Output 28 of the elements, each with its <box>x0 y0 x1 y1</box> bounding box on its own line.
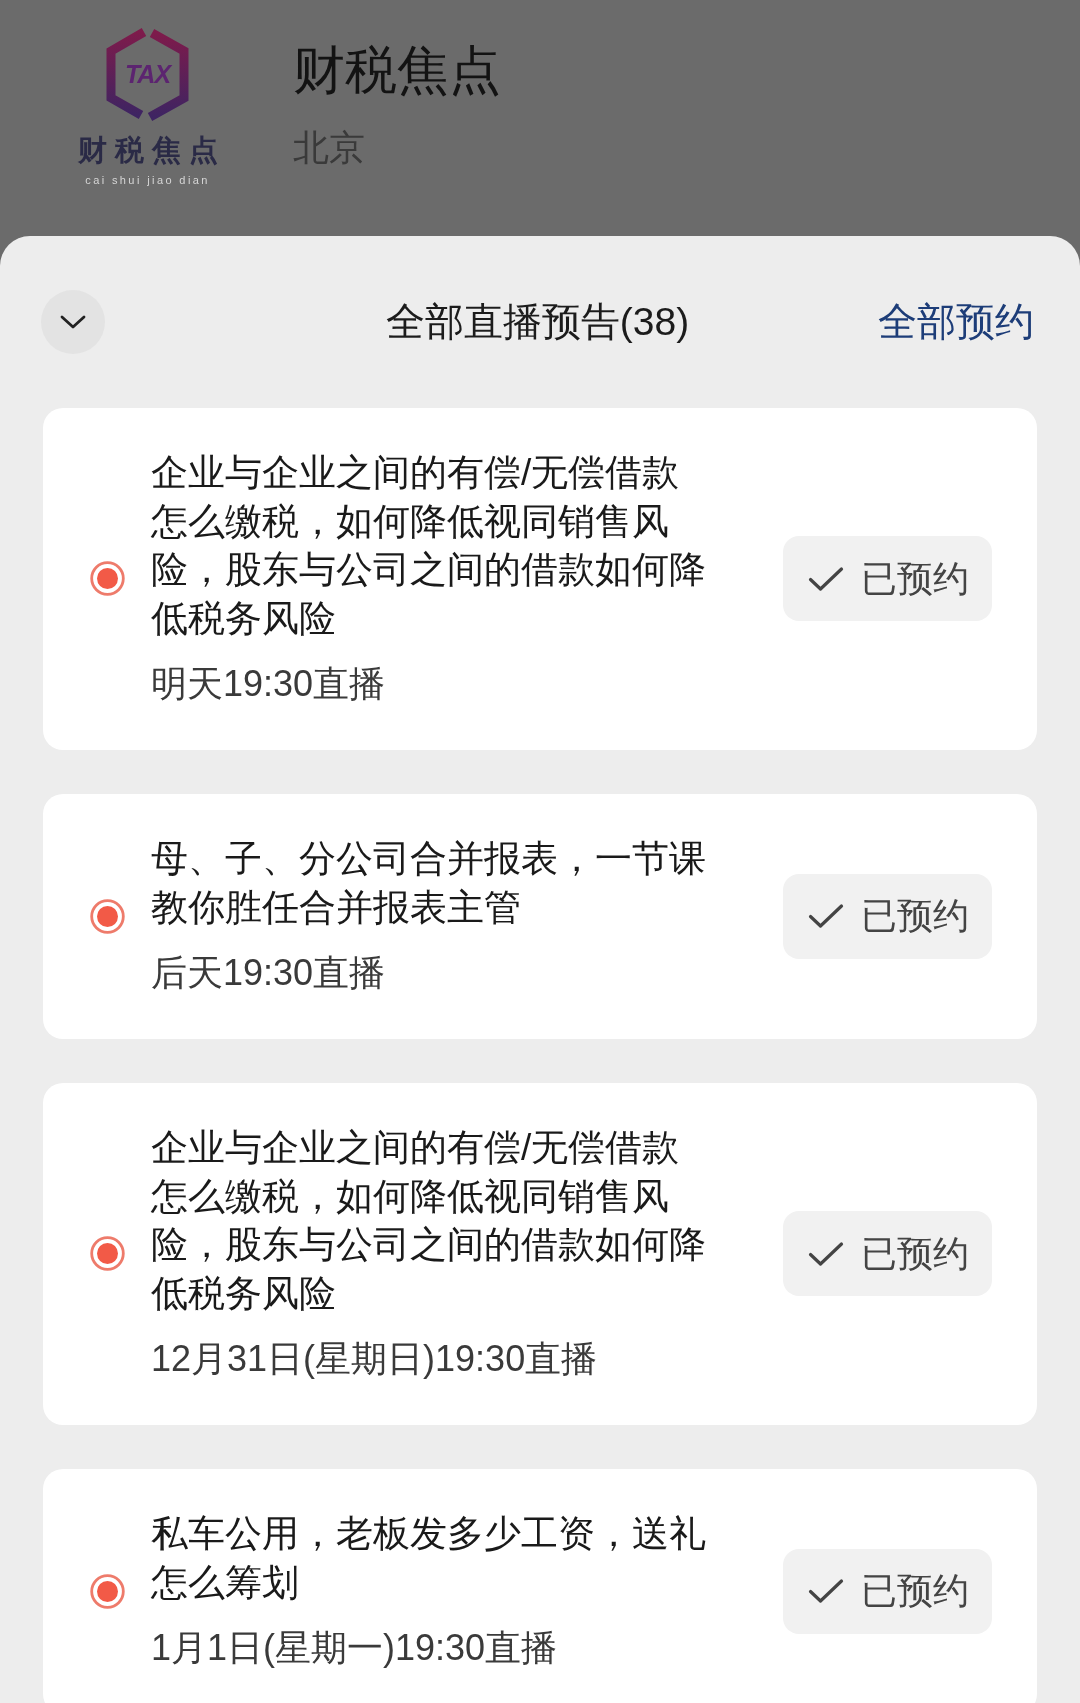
reserved-button[interactable]: 已预约 <box>783 1548 992 1634</box>
broadcast-time: 明天19:30直播 <box>151 662 387 706</box>
broadcast-time: 12月31日(星期日)19:30直播 <box>151 1337 599 1381</box>
check-icon <box>808 565 844 592</box>
broadcast-title: 私车公用，老板发多少工资，送礼怎么筹划 <box>151 1512 707 1605</box>
check-icon <box>808 1240 844 1267</box>
logo-tagline: cai shui jiao dian <box>85 173 210 188</box>
reserve-all-link[interactable]: 全部预约 <box>878 298 1034 346</box>
check-icon <box>808 903 844 929</box>
reserved-button[interactable]: 已预约 <box>783 1211 992 1296</box>
record-icon <box>90 898 125 934</box>
logo-name: 财税焦点 <box>77 133 226 168</box>
record-icon <box>90 1236 125 1271</box>
chevron-down-icon <box>60 315 86 329</box>
broadcast-time: 1月1日(星期一)19:30直播 <box>151 1626 559 1670</box>
account-title: 财税焦点 <box>293 40 501 101</box>
sheet-title: 全部直播预告(38) <box>385 299 690 345</box>
broadcast-title: 母、子、分公司合并报表，一节课教你胜任合并报表主管 <box>151 837 707 930</box>
reserved-button[interactable]: 已预约 <box>783 536 992 621</box>
broadcast-title: 企业与企业之间的有偿/无偿借款怎么缴税，如何降低视同销售风险，股东与公司之间的借款如何降低税务风险 <box>151 451 707 641</box>
logo-mark-text: TAX <box>123 60 173 88</box>
logo-hexagon-icon <box>105 27 190 122</box>
broadcast-time: 后天19:30直播 <box>151 951 387 995</box>
reserved-button[interactable]: 已预约 <box>783 873 992 959</box>
check-icon <box>808 1578 844 1604</box>
record-icon <box>90 561 125 596</box>
record-icon <box>90 1573 125 1609</box>
broadcast-title: 企业与企业之间的有偿/无偿借款怎么缴税，如何降低视同销售风险，股东与公司之间的借款如何降低税务风险 <box>151 1126 707 1316</box>
